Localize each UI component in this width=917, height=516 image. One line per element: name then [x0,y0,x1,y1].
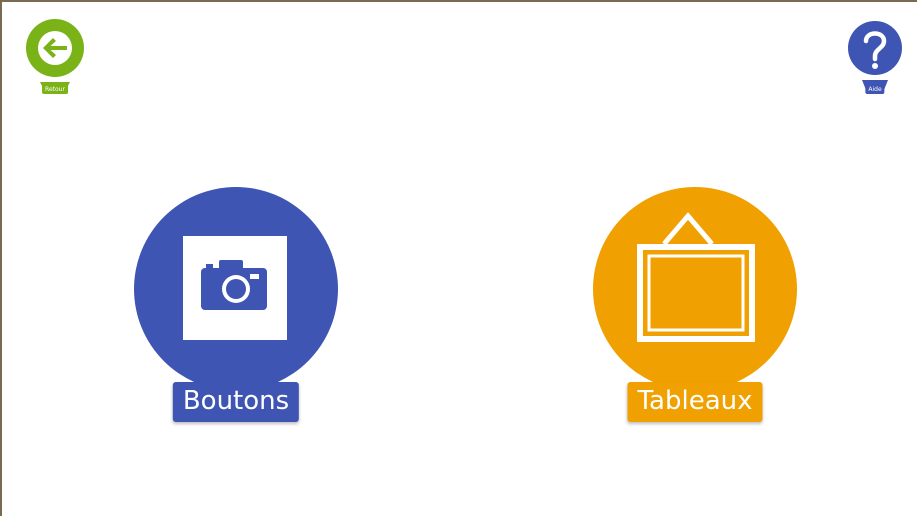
arrow-left-icon [26,19,84,90]
menu-item-buttons[interactable]: Boutons [133,186,339,432]
question-mark-icon [848,21,902,90]
back-button-label: Retour [42,85,68,94]
camera-icon [134,187,338,391]
help-button[interactable]: Aide [846,18,904,94]
back-button[interactable]: Retour [22,18,88,94]
picture-frame-icon [593,187,797,391]
menu-item-label: Tableaux [627,382,763,422]
menu-item-tables[interactable]: Tableaux [592,186,798,432]
help-button-label: Aide [865,85,885,94]
menu-item-label: Boutons [172,382,300,422]
